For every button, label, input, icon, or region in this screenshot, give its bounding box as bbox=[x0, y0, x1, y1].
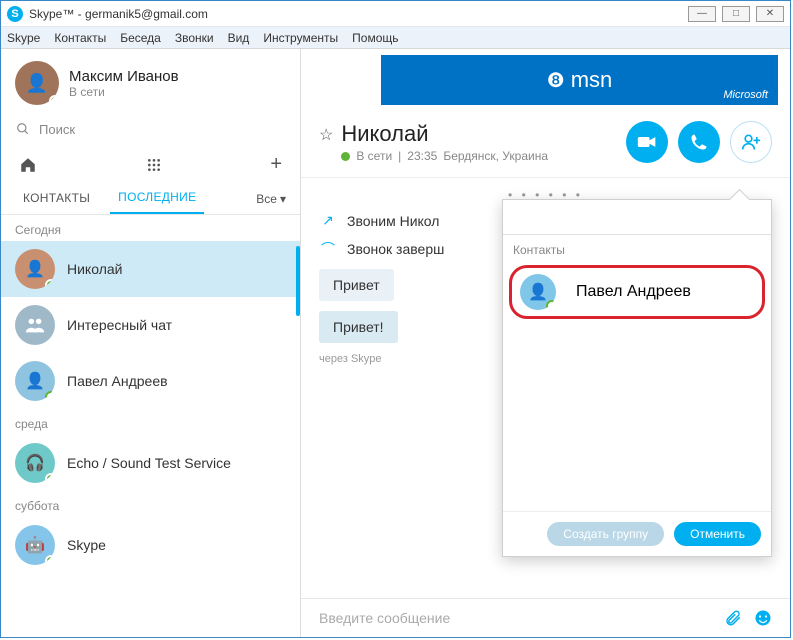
butterfly-icon: ❽ bbox=[547, 68, 565, 93]
attach-icon[interactable] bbox=[724, 609, 742, 627]
presence-dot-icon bbox=[341, 152, 350, 161]
sidebar-tabs: КОНТАКТЫ ПОСЛЕДНИЕ Все ▾ bbox=[1, 184, 300, 215]
contact-item[interactable]: 🤖 Skype bbox=[1, 517, 300, 573]
contact-avatar: 🤖 bbox=[15, 525, 55, 565]
presence-dot-icon bbox=[45, 391, 55, 401]
compose-bar: Введите сообщение bbox=[301, 598, 790, 637]
popover-search[interactable] bbox=[503, 200, 771, 235]
filter-dropdown[interactable]: Все ▾ bbox=[256, 192, 286, 206]
add-icon[interactable]: + bbox=[270, 153, 282, 176]
self-name: Максим Иванов bbox=[69, 68, 179, 85]
tab-contacts[interactable]: КОНТАКТЫ bbox=[15, 185, 98, 213]
contact-name: Николай bbox=[67, 261, 122, 277]
banner-brand: msn bbox=[571, 67, 613, 93]
contact-item[interactable]: Интересный чат bbox=[1, 297, 300, 353]
menu-view[interactable]: Вид bbox=[228, 31, 250, 45]
cancel-button[interactable]: Отменить bbox=[674, 522, 761, 546]
menubar: Skype Контакты Беседа Звонки Вид Инструм… bbox=[1, 27, 790, 49]
home-icon[interactable] bbox=[19, 156, 37, 174]
contact-avatar: 👤 bbox=[520, 274, 556, 310]
presence-dot-icon bbox=[45, 279, 55, 289]
menu-tools[interactable]: Инструменты bbox=[263, 31, 338, 45]
tab-recent[interactable]: ПОСЛЕДНИЕ bbox=[110, 184, 204, 214]
close-button[interactable]: ✕ bbox=[756, 6, 784, 22]
contact-item[interactable]: 👤 Николай bbox=[1, 241, 300, 297]
chevron-down-icon: ▾ bbox=[280, 192, 286, 206]
favorite-star-icon[interactable]: ☆ bbox=[319, 125, 333, 145]
contact-name: Павел Андреев bbox=[67, 373, 168, 389]
compose-input[interactable]: Введите сообщение bbox=[319, 610, 712, 626]
menu-calls[interactable]: Звонки bbox=[175, 31, 214, 45]
popover-search-input[interactable] bbox=[513, 209, 761, 224]
self-profile[interactable]: 👤 Максим Иванов В сети bbox=[1, 49, 300, 115]
self-avatar: 👤 bbox=[15, 61, 59, 105]
popover-contact-name: Павел Андреев bbox=[576, 283, 691, 301]
contact-avatar bbox=[15, 305, 55, 345]
call-end-icon: ⌒ bbox=[319, 239, 337, 259]
scrollbar[interactable] bbox=[296, 246, 300, 316]
chat-header: ☆ Николай В сети | 23:35 Бердянск, Украи… bbox=[301, 111, 790, 178]
search-placeholder: Поиск bbox=[39, 122, 75, 137]
contact-name: Echo / Sound Test Service bbox=[67, 455, 231, 471]
message-outgoing: Привет! bbox=[319, 311, 398, 343]
message-incoming: Привет bbox=[319, 269, 394, 301]
contact-avatar: 👤 bbox=[15, 249, 55, 289]
main-pane: ❽ msn Microsoft ☆ Николай В сети | 23:35… bbox=[301, 49, 790, 637]
presence-dot-icon bbox=[49, 95, 59, 105]
contact-avatar: 👤 bbox=[15, 361, 55, 401]
msn-banner[interactable]: ❽ msn Microsoft bbox=[381, 55, 778, 105]
maximize-button[interactable]: □ bbox=[722, 6, 750, 22]
presence-dot-icon bbox=[546, 300, 556, 310]
chat-location: Бердянск, Украина bbox=[443, 149, 548, 163]
group-label: среда bbox=[1, 409, 300, 435]
search-field[interactable]: Поиск bbox=[1, 115, 300, 147]
create-group-button[interactable]: Создать группу bbox=[547, 522, 664, 546]
contact-name: Skype bbox=[67, 537, 106, 553]
app-window: S Skype™ - germanik5@gmail.com — □ ✕ Sky… bbox=[0, 0, 791, 638]
search-icon bbox=[15, 121, 31, 137]
menu-contacts[interactable]: Контакты bbox=[54, 31, 106, 45]
user-icon: 👤 bbox=[26, 73, 48, 94]
skype-logo-icon: S bbox=[7, 6, 23, 22]
add-contact-popover: Контакты 👤 Павел Андреев Создать группу … bbox=[502, 199, 772, 557]
popover-contact-item[interactable]: 👤 Павел Андреев bbox=[509, 265, 765, 319]
popover-section-label: Контакты bbox=[503, 235, 771, 261]
emoji-icon[interactable] bbox=[754, 609, 772, 627]
presence-dot-icon bbox=[45, 555, 55, 565]
nav-row: + bbox=[1, 147, 300, 184]
titlebar: S Skype™ - germanik5@gmail.com — □ ✕ bbox=[1, 1, 790, 27]
contact-avatar: 🎧 bbox=[15, 443, 55, 483]
dialpad-icon[interactable] bbox=[146, 157, 162, 173]
chat-time: 23:35 bbox=[407, 149, 437, 163]
self-status: В сети bbox=[69, 85, 179, 99]
group-label: суббота bbox=[1, 491, 300, 517]
contact-item[interactable]: 👤 Павел Андреев bbox=[1, 353, 300, 409]
add-participant-button[interactable] bbox=[730, 121, 772, 163]
audio-call-button[interactable] bbox=[678, 121, 720, 163]
menu-skype[interactable]: Skype bbox=[7, 31, 40, 45]
window-buttons: — □ ✕ bbox=[688, 6, 784, 22]
contact-item[interactable]: 🎧 Echo / Sound Test Service bbox=[1, 435, 300, 491]
presence-dot-icon bbox=[45, 473, 55, 483]
contact-list: Сегодня 👤 Николай Интересный чат 👤 Павел… bbox=[1, 215, 300, 637]
menu-help[interactable]: Помощь bbox=[352, 31, 398, 45]
video-call-button[interactable] bbox=[626, 121, 668, 163]
chat-contact-name: Николай bbox=[341, 121, 626, 147]
chat-status: В сети bbox=[356, 149, 392, 163]
group-label: Сегодня bbox=[1, 215, 300, 241]
contact-name: Интересный чат bbox=[67, 317, 172, 333]
banner-vendor: Microsoft bbox=[723, 89, 768, 101]
menu-conversation[interactable]: Беседа bbox=[120, 31, 161, 45]
call-out-icon: ↗ bbox=[319, 212, 337, 229]
sidebar: 👤 Максим Иванов В сети Поиск bbox=[1, 49, 301, 637]
minimize-button[interactable]: — bbox=[688, 6, 716, 22]
window-title: Skype™ - germanik5@gmail.com bbox=[29, 7, 688, 21]
